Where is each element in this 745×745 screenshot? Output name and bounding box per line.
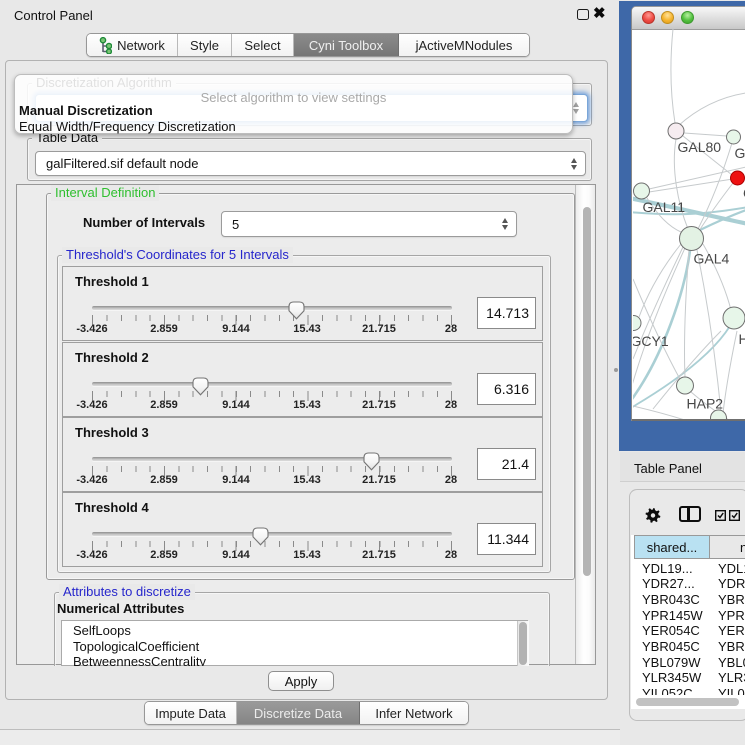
svg-text:GAL11: GAL11 bbox=[643, 199, 686, 215]
svg-text:HAP2: HAP2 bbox=[687, 396, 724, 412]
svg-text:GCY1: GCY1 bbox=[633, 333, 669, 349]
svg-text:GAL4: GAL4 bbox=[694, 251, 730, 267]
svg-text:GAL80: GAL80 bbox=[678, 139, 722, 155]
svg-text:H: H bbox=[739, 331, 745, 347]
svg-text:GA: GA bbox=[735, 145, 745, 161]
